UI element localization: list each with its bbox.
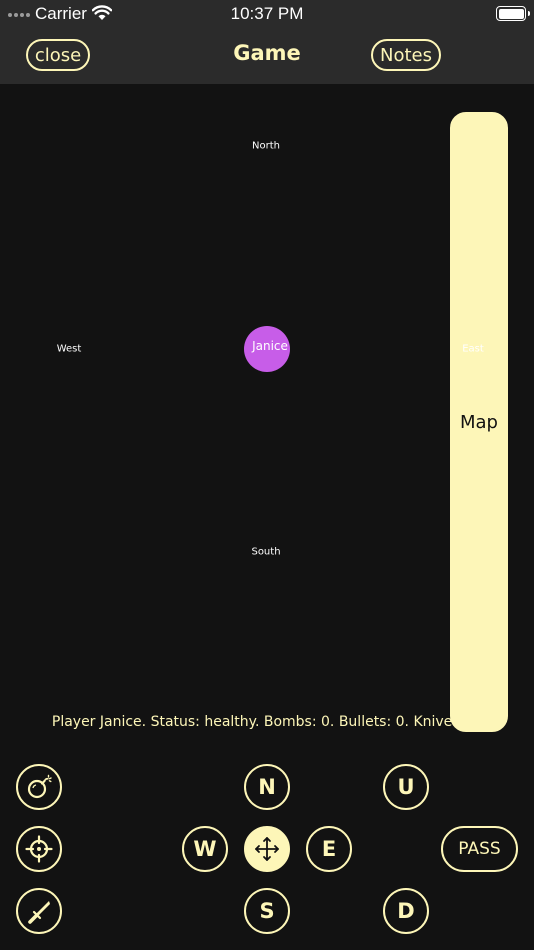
compass-north-label: North	[252, 140, 280, 152]
compass-west-label: West	[56, 343, 82, 355]
move-west-button[interactable]: W	[182, 826, 228, 872]
move-south-button[interactable]: S	[244, 888, 290, 934]
bomb-icon	[25, 773, 53, 801]
shoot-button[interactable]	[16, 826, 62, 872]
game-map[interactable]: North South West East Janice	[0, 84, 534, 704]
move-up-button[interactable]: U	[383, 764, 429, 810]
clock: 10:37 PM	[230, 4, 304, 23]
move-arrows-icon	[254, 836, 280, 862]
player-status: Player Janice. Status: healthy. Bombs: 0…	[51, 714, 483, 730]
compass-east-label: East	[462, 343, 484, 355]
bomb-button[interactable]	[16, 764, 62, 810]
knife-icon	[25, 897, 53, 925]
status-bar: Carrier 10:37 PM	[0, 0, 534, 28]
page-title: Game	[233, 41, 301, 65]
notes-button[interactable]: Notes	[371, 39, 441, 71]
move-down-button[interactable]: D	[383, 888, 429, 934]
nav-bar: close Game Notes Map	[0, 28, 534, 732]
player-marker-label: Janice	[252, 339, 288, 353]
crosshair-icon	[25, 835, 53, 863]
battery-icon	[496, 6, 530, 21]
move-east-button[interactable]: E	[306, 826, 352, 872]
compass-south-label: South	[251, 546, 281, 558]
knife-button[interactable]	[16, 888, 62, 934]
move-north-button[interactable]: N	[244, 764, 290, 810]
move-mode-button[interactable]	[244, 826, 290, 872]
pass-button[interactable]: PASS	[441, 826, 518, 872]
